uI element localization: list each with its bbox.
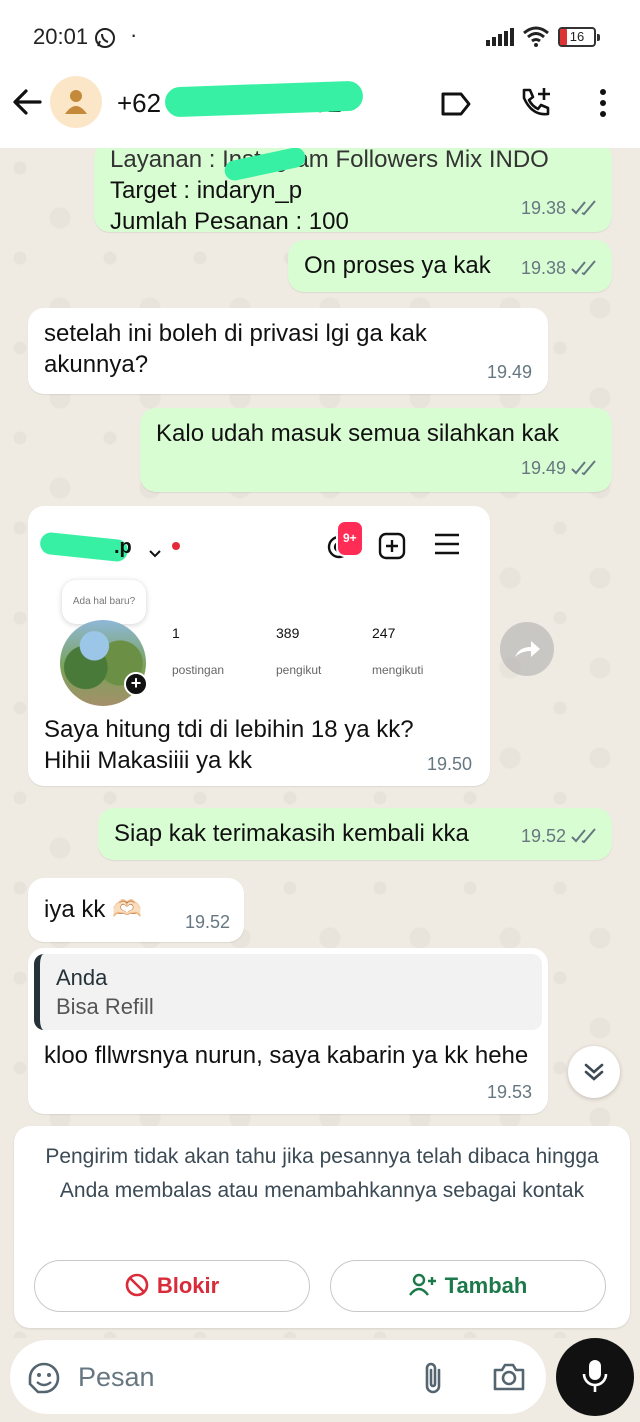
notification-dot [172, 542, 180, 550]
block-label: Blokir [156, 1273, 220, 1298]
message-text: Kalo udah masuk semua silahkan kak [156, 420, 559, 447]
message-time: 19.49 [520, 458, 566, 478]
message-text: On proses ya kak [304, 252, 491, 279]
message-outgoing[interactable]: Kalo udah masuk semua silahkan kak 19.49 [140, 408, 612, 492]
create-post-icon [378, 532, 406, 568]
status-time: 20:01 [33, 24, 89, 49]
message-outgoing[interactable]: On proses ya kak 19.38 [288, 240, 612, 292]
message-text-line: Layanan : Instagram Followers Mix INDO [110, 148, 549, 173]
message-text: Siap kak terimakasih kembali kka [114, 820, 469, 847]
message-time: 19.38 [520, 258, 566, 278]
label-tag-icon[interactable] [440, 90, 472, 123]
unknown-sender-notice: Pengirim tidak akan tahu jika pesannya t… [14, 1126, 630, 1328]
sticker-emoji-icon[interactable] [26, 1360, 62, 1401]
ig-stat-value: 247 [372, 625, 396, 641]
double-chevron-down-icon [584, 1063, 604, 1081]
add-contact-button[interactable]: Tambah [330, 1260, 606, 1312]
message-incoming-image[interactable]: .p 9+ Ada hal baru? + 1 postingan 389 pe… [28, 506, 490, 786]
ig-stat-label: postingan [172, 663, 225, 677]
contact-avatar[interactable] [50, 76, 102, 128]
read-ticks-icon [571, 260, 596, 276]
message-time: 19.50 [426, 754, 472, 774]
forward-icon [515, 641, 540, 657]
chat-header: +62 857 0980 3902 [0, 74, 640, 148]
message-incoming-reply[interactable]: Anda Bisa Refill kloo fllwrsnya nurun, s… [28, 948, 548, 1114]
message-meta: 19.52 [521, 821, 598, 852]
scroll-to-bottom-button[interactable] [568, 1046, 620, 1098]
add-label: Tambah [444, 1273, 528, 1298]
message-outgoing[interactable]: Siap kak terimakasih kembali kka 19.52 [98, 808, 612, 860]
add-story-icon: + [124, 672, 148, 696]
message-incoming[interactable]: iya kk 🫶🏻 19.52 [28, 878, 244, 942]
instagram-profile-screenshot[interactable]: .p 9+ Ada hal baru? + 1 postingan 389 pe… [34, 512, 484, 706]
ig-stat-followers: 389 pengikut [276, 618, 321, 686]
read-ticks-icon [571, 828, 596, 844]
block-button[interactable]: Blokir [34, 1260, 310, 1312]
ig-stat-following: 247 mengikuti [372, 618, 423, 686]
ig-stat-value: 389 [276, 625, 300, 641]
signal-icon [486, 28, 516, 51]
block-icon [125, 1273, 149, 1297]
quoted-message[interactable]: Anda Bisa Refill [34, 954, 542, 1030]
notice-text: Pengirim tidak akan tahu jika pesannya t… [45, 1145, 599, 1202]
add-call-icon[interactable] [518, 86, 554, 125]
message-time: 19.52 [520, 826, 566, 846]
add-person-icon [408, 1273, 436, 1296]
message-outgoing[interactable]: Layanan : Instagram Followers Mix INDO T… [94, 148, 612, 235]
message-time: 19.38 [520, 198, 566, 218]
message-text: setelah ini boleh di privasi lgi ga kak … [44, 320, 427, 378]
chevron-down-icon [148, 536, 162, 567]
wifi-icon [522, 25, 550, 52]
ig-stat-posts: 1 postingan [172, 618, 224, 686]
whatsapp-notification-icon [93, 26, 117, 55]
image-caption: Saya hitung tdi di lebihin 18 ya kk? Hih… [44, 716, 414, 774]
camera-icon[interactable] [492, 1362, 526, 1397]
attach-paperclip-icon[interactable] [420, 1360, 446, 1401]
back-arrow-icon[interactable] [10, 87, 44, 122]
message-time: 19.53 [486, 1082, 532, 1102]
ig-stat-label: mengikuti [372, 663, 424, 677]
message-text: kloo fllwrsnya nurun, saya kabarin ya kk… [44, 1042, 529, 1069]
microphone-icon [582, 1360, 608, 1392]
battery-indicator: 16 [558, 27, 600, 47]
hamburger-menu-icon [434, 532, 460, 564]
status-dot: · [130, 22, 138, 47]
ig-stat-value: 1 [172, 625, 180, 641]
ig-stat-label: pengikut [276, 663, 322, 677]
forward-button[interactable] [500, 622, 554, 676]
message-text: iya kk 🫶🏻 [44, 896, 142, 923]
message-meta: 19.38 [521, 193, 598, 224]
read-ticks-icon [571, 200, 596, 216]
message-meta: 19.49 [521, 453, 598, 484]
quoted-author: Anda [56, 965, 108, 990]
message-input[interactable]: Pesan [10, 1340, 546, 1414]
status-bar: 20:01 · 16 [0, 0, 640, 74]
more-options-icon[interactable] [597, 88, 609, 123]
notification-badge: 9+ [336, 520, 364, 557]
read-ticks-icon [571, 460, 596, 476]
chat-area[interactable]: Layanan : Instagram Followers Mix INDO T… [0, 148, 640, 1338]
message-incoming[interactable]: setelah ini boleh di privasi lgi ga kak … [28, 308, 548, 394]
voice-message-button[interactable] [556, 1338, 634, 1416]
ig-note-bubble: Ada hal baru? [62, 580, 146, 624]
ig-username: .p [114, 536, 132, 558]
message-input-bar: Pesan [0, 1338, 640, 1422]
message-time: 19.52 [184, 912, 230, 932]
input-placeholder: Pesan [78, 1362, 155, 1392]
message-meta: 19.38 [521, 253, 598, 284]
message-time: 19.49 [486, 362, 532, 382]
quoted-text: Bisa Refill [56, 994, 154, 1019]
battery-level: 16 [569, 29, 585, 44]
